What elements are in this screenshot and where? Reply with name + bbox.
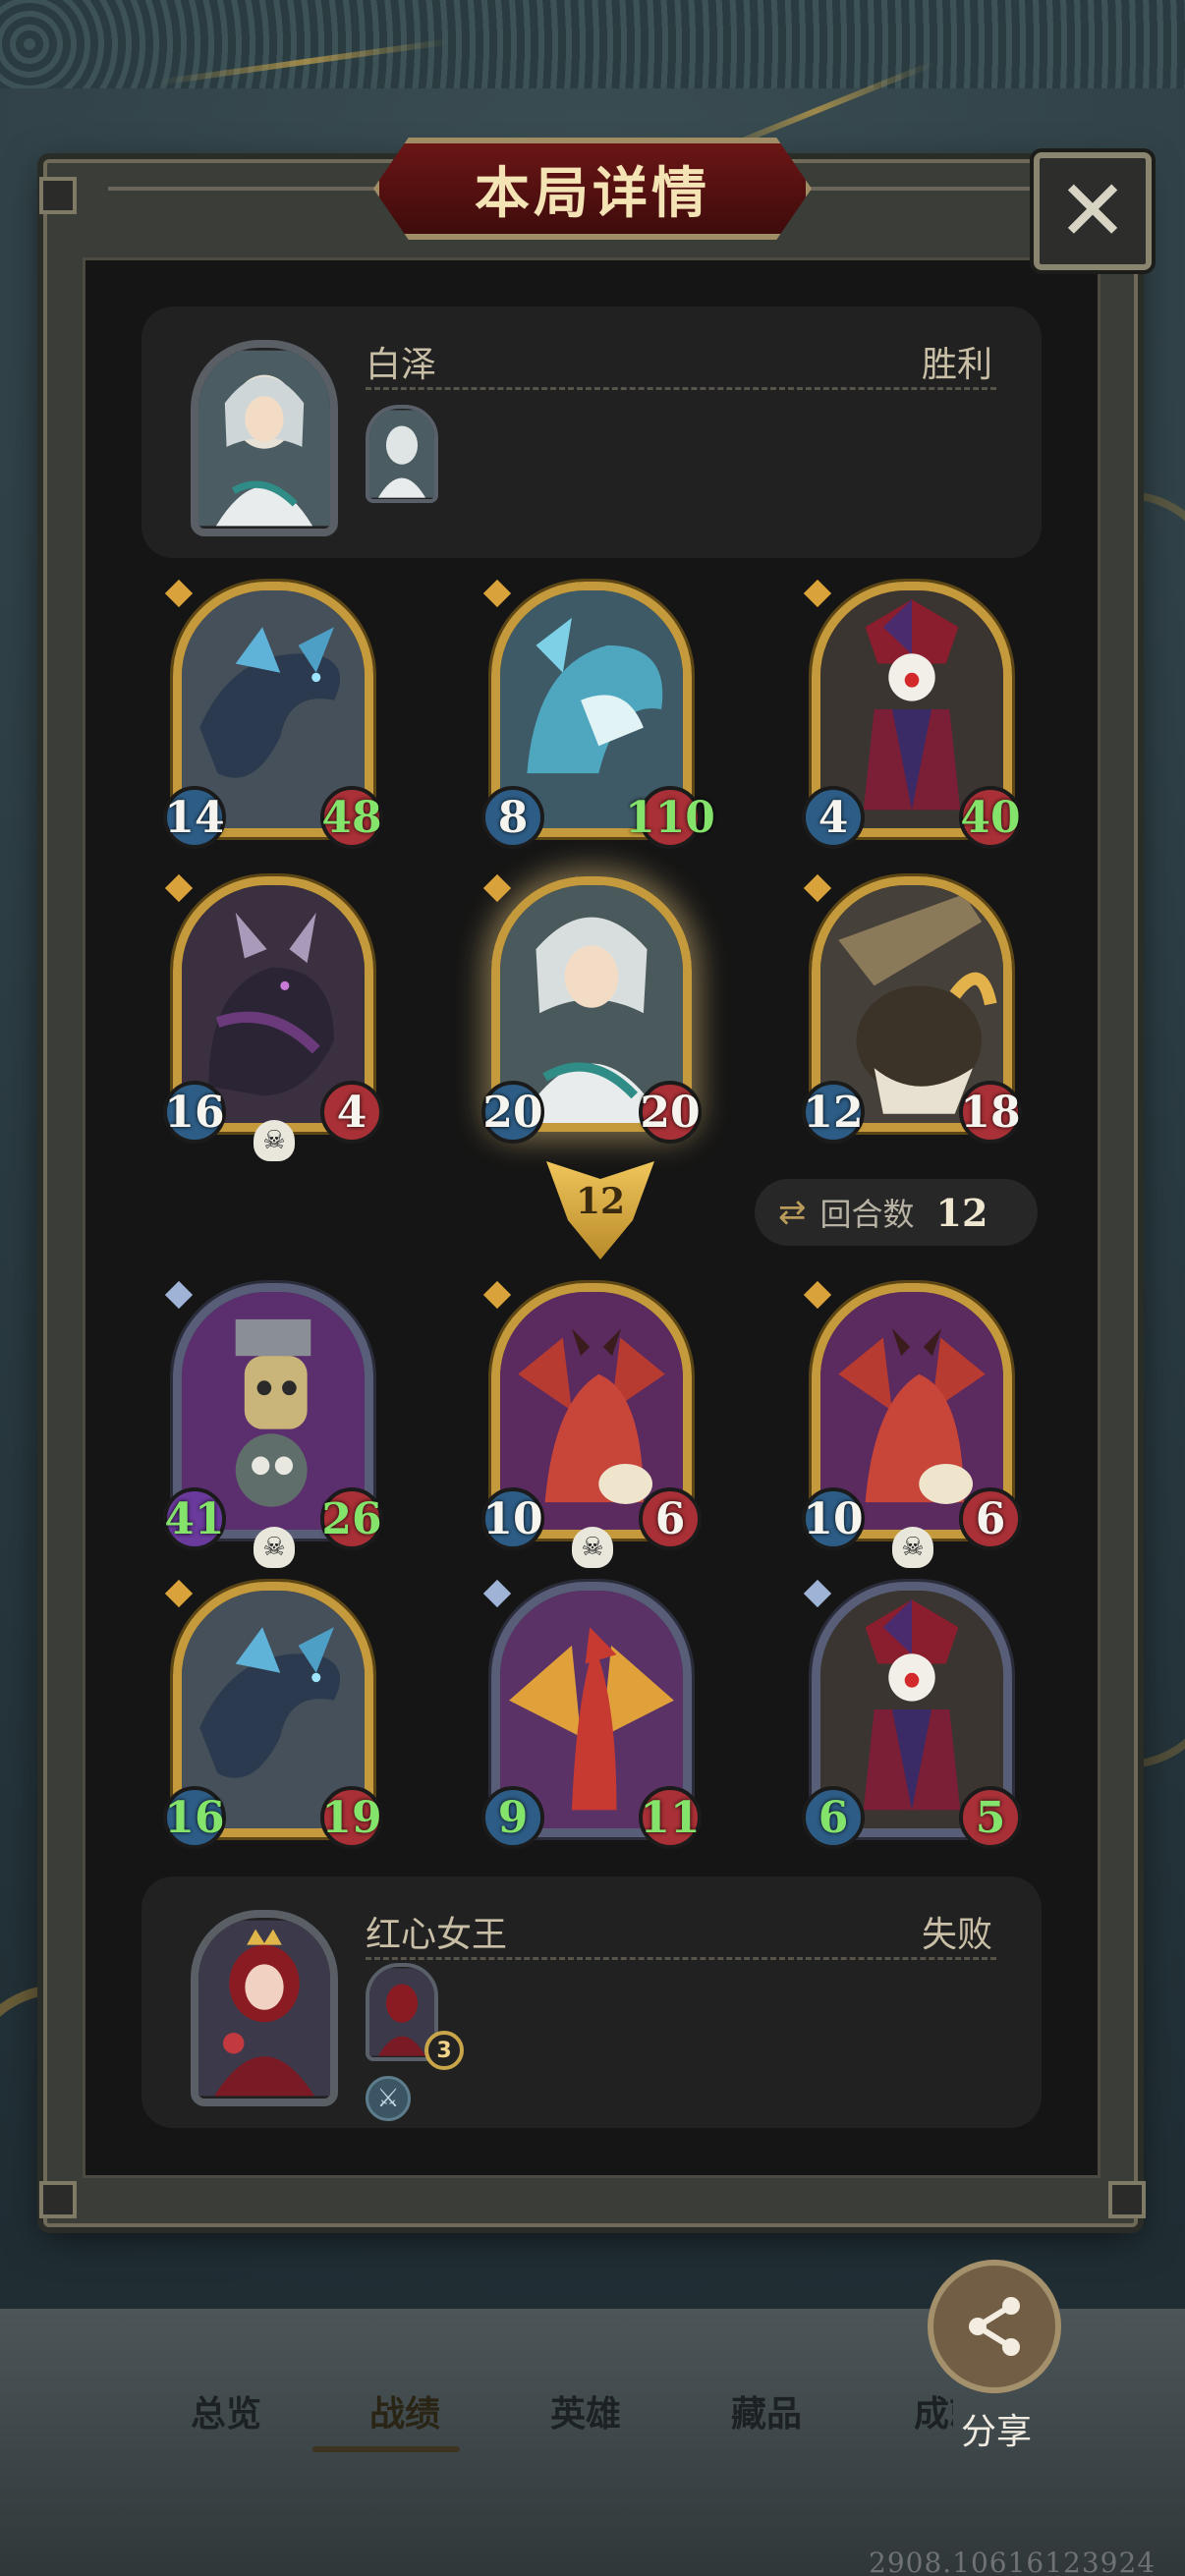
hero-portrait[interactable] [191,340,338,536]
health-stat: 4 [320,1081,383,1144]
nav-tab-record[interactable]: 战绩 [369,2385,440,2436]
nav-tab-overview[interactable]: 总览 [191,2385,261,2436]
attack-stat: 6 [802,1786,865,1849]
rounds-icon: ⇄ [778,1193,807,1232]
title-divider [108,187,375,191]
active-tab-indicator [312,2446,460,2452]
health-stat: 26 [320,1487,383,1550]
health-stat: 19 [320,1786,383,1849]
minion-card-dark-dragon[interactable]: 16 19 [163,1579,383,1849]
player-card-winner: 白泽 胜利 [141,307,1042,558]
panel-corner [39,177,77,214]
page-title: 本局详情 [475,160,710,226]
player-card-loser: 红心女王 失败 3 ⚔ [141,1876,1042,2128]
skull-icon: ☠ [572,1527,613,1568]
minion-card-robot-golem[interactable]: 41 26 ☠ [163,1280,383,1568]
panel-corner [39,2181,77,2218]
minion-card-red-dragon[interactable]: 10 6 ☠ [802,1280,1022,1568]
close-button[interactable]: ✕ [1034,152,1152,270]
attack-stat: 41 [163,1487,226,1550]
health-stat: 11 [639,1786,702,1849]
health-stat: 6 [959,1487,1022,1550]
attack-stat: 8 [481,786,544,849]
health-stat: 6 [639,1487,702,1550]
minion-card-shadow-dragon[interactable]: 16 4 ☠ [163,873,383,1161]
attack-stat: 20 [481,1081,544,1144]
close-icon: ✕ [1056,162,1129,260]
attack-stat: 16 [163,1786,226,1849]
divider [366,387,996,390]
title-plate: 本局详情 [373,138,812,240]
hero-red-queen-portrait-icon [198,1920,330,2097]
rounds-label: 回合数 [819,1196,915,1233]
minion-card-baize-hero[interactable]: 20 20 [481,873,702,1144]
minion-card-ice-dragon[interactable]: 8 110 [481,579,715,849]
share-button[interactable] [928,2260,1061,2393]
divider [366,1957,996,1960]
share-label: 分享 [961,2412,1033,2452]
minion-card-clown-jester[interactable]: 4 40 [802,579,1022,849]
nav-tab-heroes[interactable]: 英雄 [550,2385,621,2436]
nav-tab-collection[interactable]: 藏品 [731,2385,802,2436]
match-result: 胜利 [921,345,992,385]
minion-card-clown-jester[interactable]: 65 [802,1579,1022,1849]
health-stat: 20 [639,1081,702,1144]
minion-card-dark-dragon[interactable]: 14 48 [163,579,383,849]
match-id: 2908.10616123924 [869,2547,1157,2576]
hero-baize-portrait-icon [198,350,330,527]
title-divider [810,187,1036,191]
attack-stat: 10 [802,1487,865,1550]
share-icon [969,2297,1020,2356]
health-stat: 5 [959,1786,1022,1849]
health-stat: 40 [959,786,1022,849]
attack-stat: 9 [481,1786,544,1849]
health-stat: 110 [625,786,715,849]
player-name: 白泽 [366,345,437,385]
rounds-value: 12 [935,1190,988,1235]
match-result: 失败 [921,1915,992,1955]
nav-tab-achievements[interactable]: 成就 [914,2385,953,2436]
health-stat: 18 [959,1081,1022,1144]
attack-stat: 14 [163,786,226,849]
skull-icon: ☠ [254,1527,295,1568]
ornamental-border [0,0,1185,88]
health-stat: 48 [320,786,383,849]
player-name: 红心女王 [366,1915,508,1955]
hero-portrait[interactable] [191,1910,338,2106]
attack-stat: 10 [481,1487,544,1550]
sword-icon[interactable]: ⚔ [366,2076,411,2121]
minion-card-boar-beast[interactable]: 12 18 [802,873,1022,1144]
attack-stat: 4 [802,786,865,849]
hero-mini-icon [369,410,434,498]
damage-value: 12 [575,1181,626,1222]
skull-icon: ☠ [892,1527,933,1568]
card-count-badge: 3 [424,2031,464,2070]
attack-stat: 12 [802,1081,865,1144]
skull-icon: ☠ [254,1120,295,1161]
minion-card-red-dragon[interactable]: 10 6 ☠ [481,1280,702,1568]
minion-card-fire-dragon[interactable]: 9 11 [481,1579,702,1849]
hero-mini-card[interactable] [366,405,438,503]
attack-stat: 16 [163,1081,226,1144]
rounds-indicator: ⇄ 回合数 12 [755,1179,1038,1246]
panel-corner [1108,2181,1146,2218]
